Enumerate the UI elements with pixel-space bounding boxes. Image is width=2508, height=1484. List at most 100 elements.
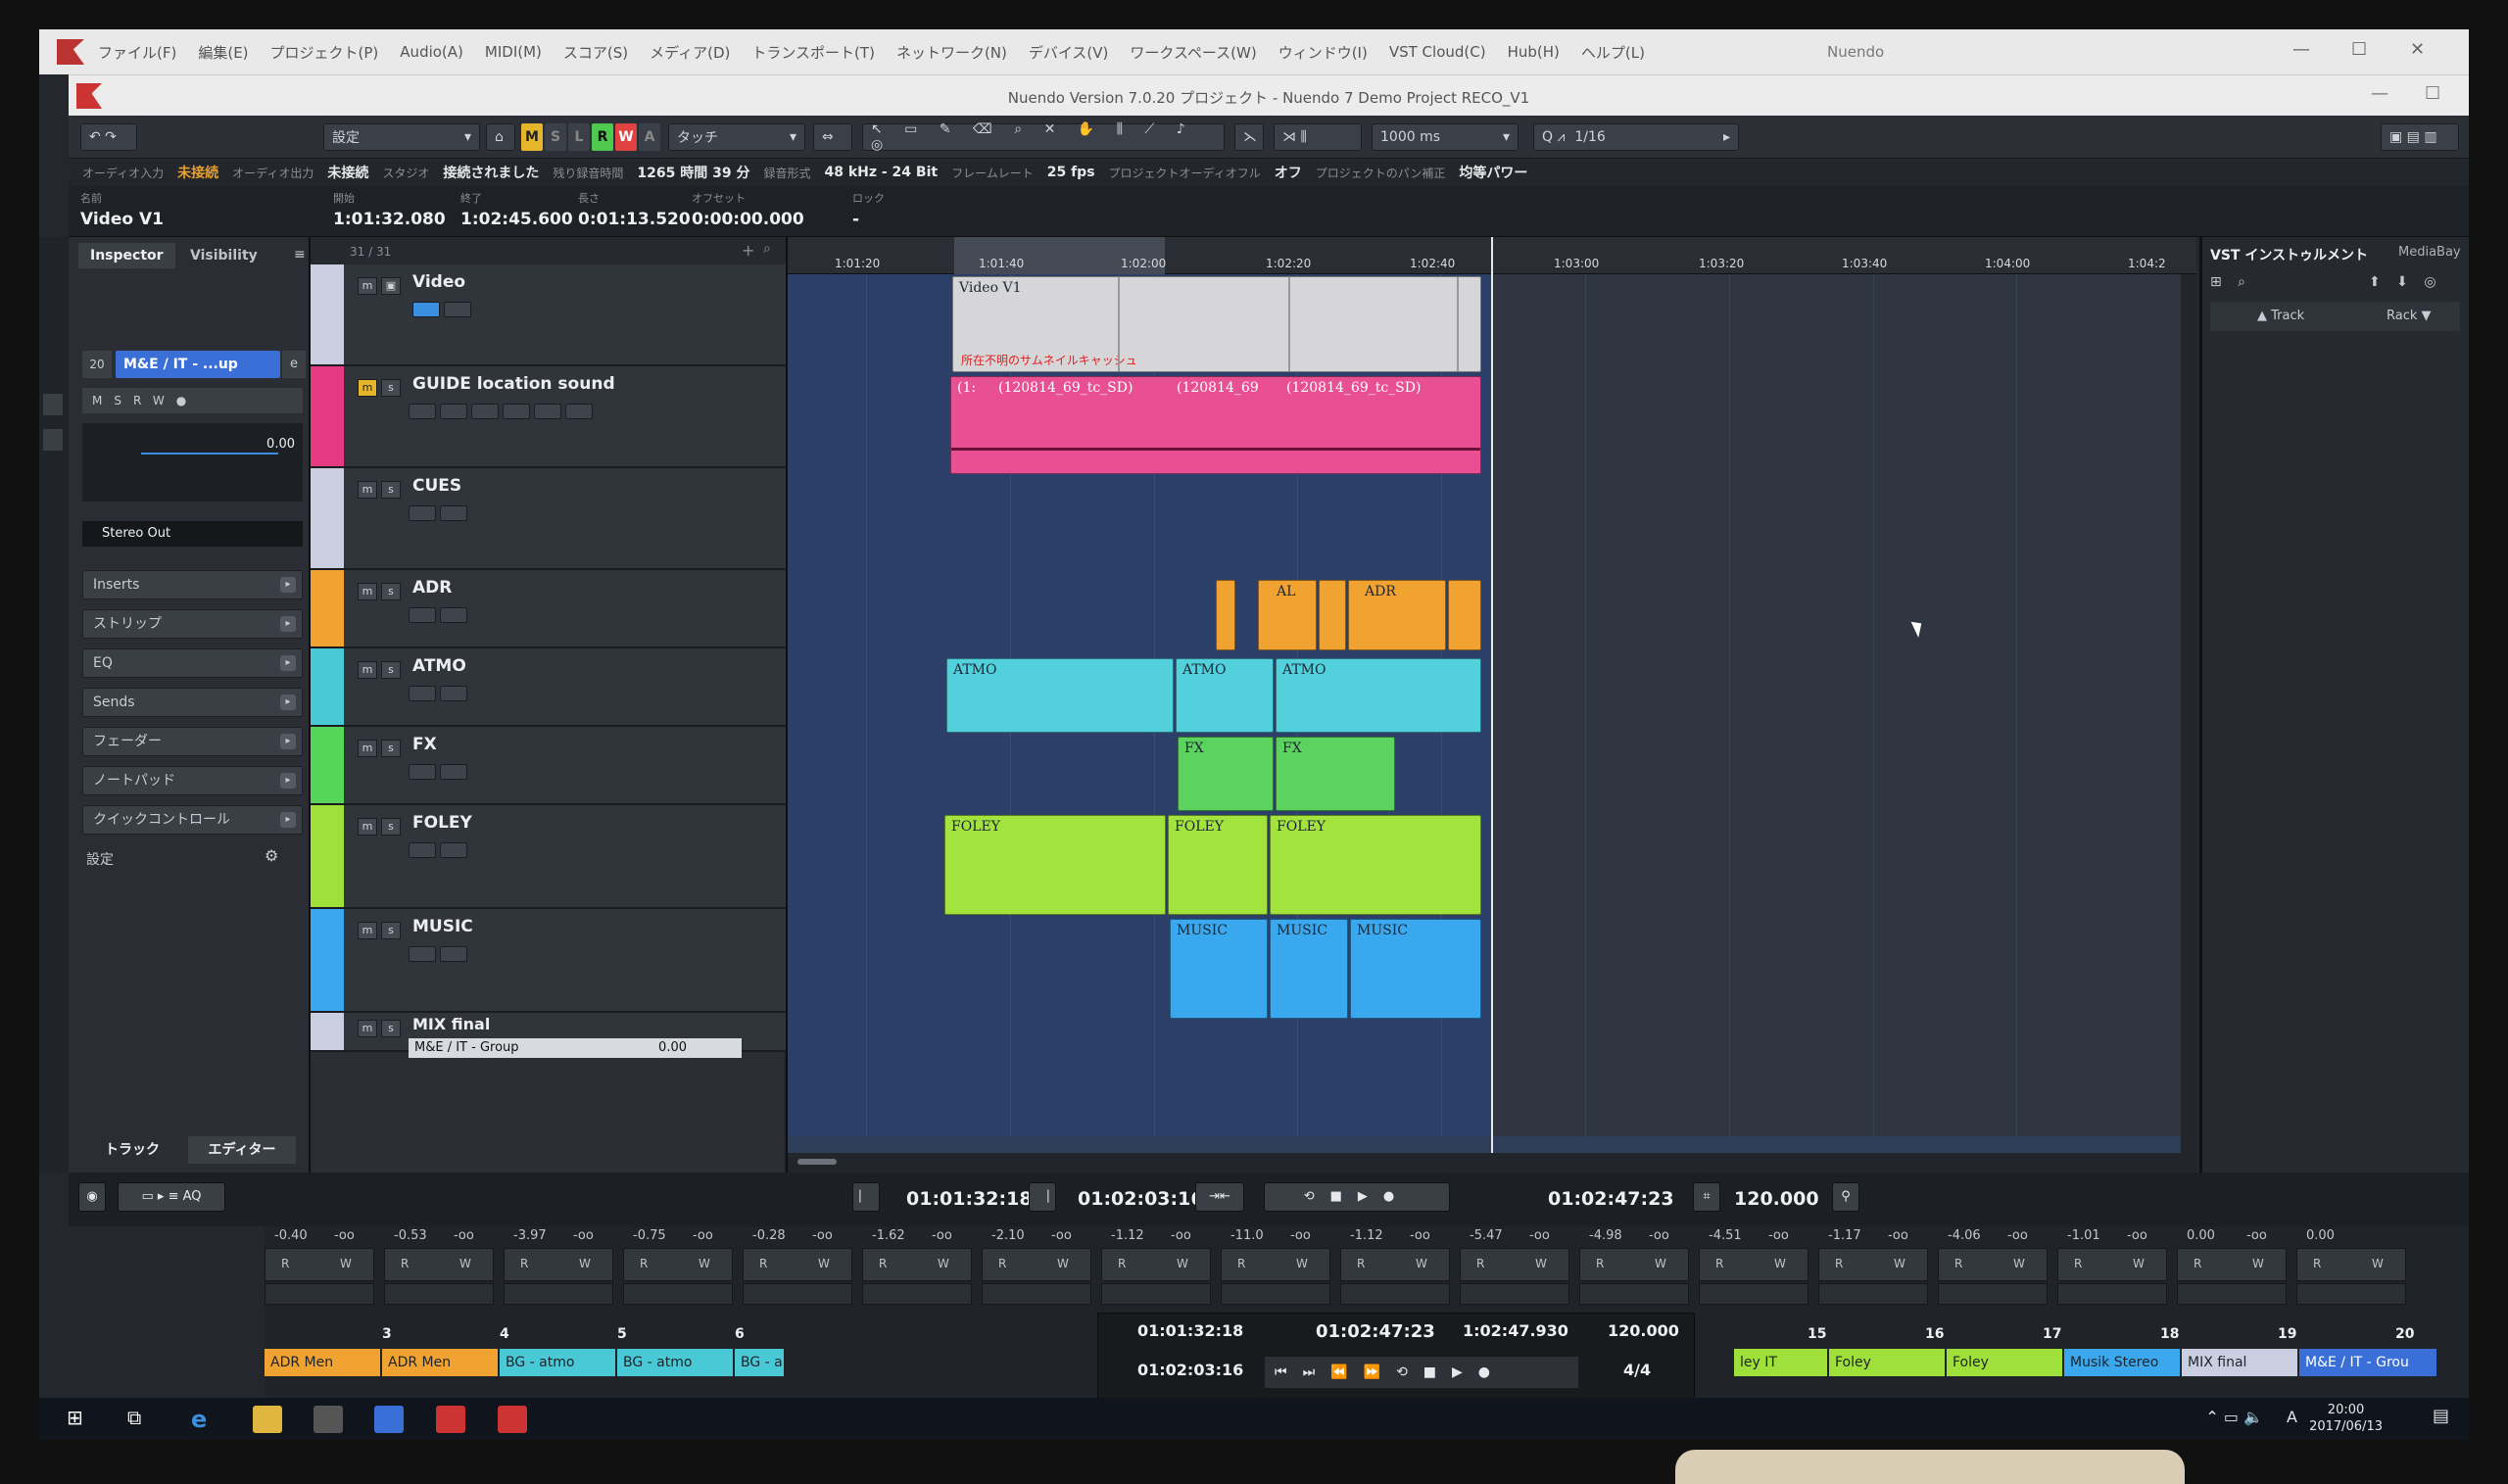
- track-ms[interactable]: ms: [358, 1017, 405, 1037]
- track-row[interactable]: ms MUSIC: [311, 909, 786, 1013]
- menu-window[interactable]: ウィンドウ(I): [1278, 42, 1368, 63]
- track-controls[interactable]: [409, 686, 471, 705]
- menu-score[interactable]: スコア(S): [563, 42, 628, 63]
- rack-toggle[interactable]: Rack ▼: [2387, 309, 2432, 323]
- mini-position[interactable]: 01:02:47:23: [1316, 1321, 1435, 1342]
- window-layout-icons[interactable]: ▣ ▤ ▥: [2381, 123, 2459, 151]
- track-color[interactable]: [311, 727, 344, 803]
- channel-rw-buttons[interactable]: RW: [1938, 1248, 2048, 1281]
- track-ms[interactable]: ms: [358, 658, 405, 679]
- snap-icon[interactable]: ⋋: [1234, 123, 1264, 151]
- metronome-icon[interactable]: ⚲: [1832, 1182, 1859, 1212]
- track-controls[interactable]: [409, 505, 471, 525]
- panlaw-value[interactable]: 均等パワー: [1459, 163, 1527, 182]
- track-ms[interactable]: ms: [358, 919, 405, 939]
- project-minimize-icon[interactable]: —: [2371, 83, 2388, 104]
- inspector-ms-buttons[interactable]: MSRW●: [82, 388, 303, 413]
- channel-monitor-buttons[interactable]: [862, 1283, 972, 1305]
- left-strip-icon-1[interactable]: [43, 394, 63, 415]
- audio-in-value[interactable]: 未接続: [177, 163, 218, 182]
- menu-media[interactable]: メディア(D): [650, 42, 730, 63]
- read-automation-button[interactable]: R: [2313, 1257, 2321, 1270]
- inspector-tab[interactable]: Inspector: [78, 243, 175, 268]
- channel-rw-buttons[interactable]: RW: [1579, 1248, 1689, 1281]
- transport-left-tools[interactable]: ▭ ▸ ≡ AQ: [118, 1182, 225, 1212]
- read-automation-button[interactable]: R: [759, 1257, 767, 1270]
- foley-event[interactable]: FOLEY: [1168, 815, 1268, 915]
- channel-rw-buttons[interactable]: RW: [384, 1248, 494, 1281]
- preset-select[interactable]: 設定 ▾: [323, 123, 480, 151]
- write-automation-button[interactable]: W: [1894, 1257, 1905, 1270]
- project-window[interactable]: 1:01:20 1:01:40 1:02:00 1:02:20 1:02:40 …: [786, 237, 2196, 1173]
- channel-monitor-buttons[interactable]: [623, 1283, 733, 1305]
- maximize-icon[interactable]: ☐: [2351, 39, 2367, 60]
- close-icon[interactable]: ✕: [2410, 39, 2425, 60]
- adr-event[interactable]: ADR: [1348, 580, 1446, 650]
- tool-palette[interactable]: ↖ ▭ ✎ ⌫ ⌕ ✕ ✋ ⫼ ⟋ ♪ ◎: [862, 121, 1225, 153]
- edit-channel-icon[interactable]: e: [282, 351, 306, 378]
- read-automation-button[interactable]: R: [998, 1257, 1006, 1270]
- info-name[interactable]: 名前 Video V1: [80, 190, 164, 229]
- quick-controls-section[interactable]: クイックコントロール ▸: [82, 805, 303, 835]
- read-automation-button[interactable]: R: [640, 1257, 648, 1270]
- channel-monitor-buttons[interactable]: [2296, 1283, 2406, 1305]
- left-locator-value[interactable]: 01:01:32:18: [906, 1188, 1033, 1210]
- menu-help[interactable]: ヘルプ(L): [1581, 42, 1645, 63]
- write-automation-button[interactable]: W: [699, 1257, 710, 1270]
- fader-section[interactable]: フェーダー ▸: [82, 727, 303, 756]
- channel-name[interactable]: BG - a: [735, 1349, 784, 1376]
- track-controls[interactable]: [409, 764, 471, 784]
- track-color[interactable]: [311, 570, 344, 646]
- minimize-icon[interactable]: —: [2292, 39, 2310, 60]
- channel-rw-buttons[interactable]: RW: [743, 1248, 852, 1281]
- channel-rw-buttons[interactable]: RW: [504, 1248, 613, 1281]
- write-automation-button[interactable]: W: [1057, 1257, 1069, 1270]
- write-mode-button[interactable]: W: [615, 123, 637, 151]
- write-automation-button[interactable]: W: [579, 1257, 591, 1270]
- project-restore-icon[interactable]: ☐: [2425, 83, 2440, 104]
- channel-monitor-buttons[interactable]: [1699, 1283, 1809, 1305]
- track-ms[interactable]: m ▣: [358, 274, 405, 295]
- read-automation-button[interactable]: R: [2074, 1257, 2082, 1270]
- write-automation-button[interactable]: W: [2133, 1257, 2145, 1270]
- punch-icons[interactable]: ⇥⇤: [1195, 1182, 1244, 1212]
- track-controls[interactable]: [412, 302, 475, 321]
- track-row[interactable]: ms ATMO: [311, 648, 786, 727]
- mediabay-tab[interactable]: MediaBay: [2398, 245, 2461, 260]
- channel-monitor-buttons[interactable]: [1818, 1283, 1928, 1305]
- left-locator-icon[interactable]: ⎸: [852, 1182, 880, 1212]
- add-track-icon[interactable]: +: [742, 241, 754, 260]
- channel-name[interactable]: BG - atmo: [617, 1349, 733, 1376]
- channel-rw-buttons[interactable]: RW: [1101, 1248, 1211, 1281]
- track-color[interactable]: [311, 648, 344, 725]
- channel-rw-buttons[interactable]: RW: [862, 1248, 972, 1281]
- channel-monitor-buttons[interactable]: [1101, 1283, 1211, 1305]
- read-automation-button[interactable]: R: [2194, 1257, 2201, 1270]
- channel-monitor-buttons[interactable]: [1938, 1283, 2048, 1305]
- read-automation-button[interactable]: R: [1118, 1257, 1126, 1270]
- channel-rw-buttons[interactable]: RW: [1221, 1248, 1330, 1281]
- video-event[interactable]: Video V1 所在不明のサムネイルキャッシュ: [952, 276, 1481, 372]
- track-row[interactable]: ms FX: [311, 727, 786, 805]
- search-icon[interactable]: ⌕: [763, 241, 771, 257]
- task-view-icon[interactable]: ⧉: [127, 1406, 157, 1433]
- instrument-nav-icons[interactable]: ⬆ ⬇ ◎: [2369, 274, 2442, 290]
- read-automation-button[interactable]: R: [1357, 1257, 1365, 1270]
- read-automation-button[interactable]: R: [401, 1257, 409, 1270]
- adr-event[interactable]: [1216, 580, 1235, 650]
- info-end[interactable]: 終了 1:02:45.600: [460, 190, 573, 229]
- atmo-event[interactable]: ATMO: [946, 658, 1174, 733]
- channel-name[interactable]: Musik Stereo: [2064, 1349, 2180, 1376]
- write-automation-button[interactable]: W: [2252, 1257, 2264, 1270]
- left-strip-icon-2[interactable]: [43, 429, 63, 451]
- file-explorer-icon[interactable]: [253, 1406, 282, 1433]
- track-row[interactable]: m ▣ Video: [311, 264, 786, 366]
- track-color[interactable]: [311, 805, 344, 907]
- menu-devices[interactable]: デバイス(V): [1029, 42, 1109, 63]
- track-ms[interactable]: ms: [358, 580, 405, 600]
- mini-tempo[interactable]: 120.000: [1608, 1321, 1679, 1340]
- windows-start-icon[interactable]: ⊞: [67, 1406, 96, 1433]
- write-automation-button[interactable]: W: [1655, 1257, 1666, 1270]
- menu-network[interactable]: ネットワーク(N): [896, 42, 1007, 63]
- tab-editor[interactable]: エディター: [188, 1136, 296, 1164]
